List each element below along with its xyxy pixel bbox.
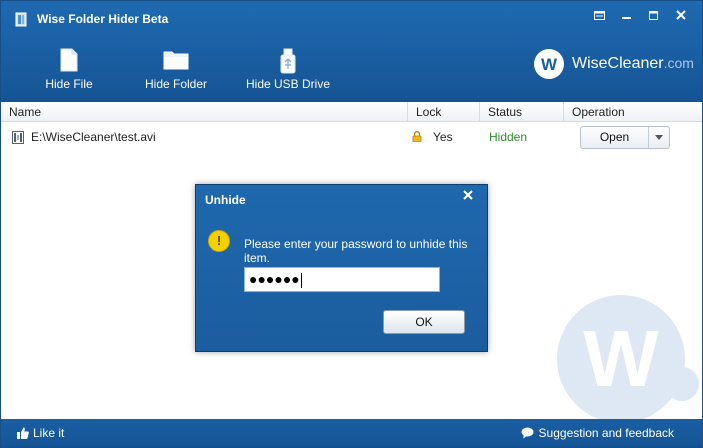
text-caret (300, 272, 302, 288)
toolbar: Hide File Hide Folder Hide USB Drive (19, 45, 343, 95)
hide-file-label: Hide File (45, 77, 93, 91)
app-title: Wise Folder Hider Beta (37, 12, 169, 26)
main-window: Wise Folder Hider Beta Hide File Hide Fo… (0, 0, 703, 448)
column-status[interactable]: Status (480, 102, 564, 122)
warning-icon: ! (208, 230, 230, 252)
table-row[interactable]: E:\WiseCleaner\test.avi Yes Hidden Open (1, 123, 702, 151)
open-button[interactable]: Open (581, 127, 649, 148)
thumbs-up-icon (17, 427, 29, 439)
brand-name: WiseCleaner.com (572, 55, 694, 72)
brand-logo[interactable]: W WiseCleaner.com (534, 48, 694, 80)
like-it-label: Like it (33, 426, 65, 440)
skin-icon[interactable] (586, 6, 613, 24)
lock-icon (412, 131, 422, 142)
column-operation[interactable]: Operation (564, 102, 702, 122)
speech-bubble-icon (521, 427, 534, 439)
usb-drive-icon (280, 48, 296, 74)
open-dropdown-button[interactable] (649, 127, 669, 148)
minimize-icon[interactable] (613, 6, 640, 24)
dialog-message: Please enter your password to unhide thi… (244, 237, 468, 265)
app-icon (15, 12, 27, 27)
like-it-link[interactable]: Like it (17, 426, 64, 440)
footer-bar: Like it Suggestion and feedback (1, 419, 702, 447)
window-controls (586, 6, 694, 24)
header-bar: Wise Folder Hider Beta Hide File Hide Fo… (1, 1, 702, 102)
svg-text:W: W (541, 55, 558, 74)
ok-button[interactable]: OK (383, 310, 465, 334)
column-lock[interactable]: Lock (408, 102, 480, 122)
hide-usb-drive-label: Hide USB Drive (245, 77, 331, 91)
feedback-label: Suggestion and feedback (538, 426, 674, 440)
password-value: ●●●●●● (249, 271, 300, 287)
unhide-dialog: Unhide ! Please enter your password to u… (195, 184, 488, 352)
wisecleaner-watermark: W (557, 295, 699, 423)
video-file-icon (12, 131, 24, 144)
wisecleaner-logo-icon: W (534, 49, 564, 79)
table-header: Name Lock Status Operation (1, 102, 702, 122)
hide-folder-button[interactable]: Hide Folder (119, 45, 233, 95)
hide-file-button[interactable]: Hide File (19, 45, 119, 95)
watermark-letter: W (583, 314, 659, 403)
row-status: Hidden (489, 130, 528, 144)
hide-folder-label: Hide Folder (144, 77, 208, 91)
dialog-close-icon[interactable] (461, 188, 475, 202)
row-filename: E:\WiseCleaner\test.avi (31, 130, 156, 144)
column-name[interactable]: Name (1, 102, 408, 122)
maximize-icon[interactable] (640, 6, 667, 24)
feedback-link[interactable]: Suggestion and feedback (521, 426, 674, 440)
open-split-button: Open (580, 126, 670, 149)
row-lock: Yes (433, 130, 453, 144)
password-field[interactable]: ●●●●●● (244, 267, 440, 292)
file-icon (60, 48, 78, 72)
close-icon[interactable] (667, 6, 694, 24)
dialog-title: Unhide (205, 193, 246, 207)
hide-usb-drive-button[interactable]: Hide USB Drive (233, 45, 343, 95)
chevron-down-icon (655, 135, 663, 140)
folder-icon (163, 51, 189, 70)
